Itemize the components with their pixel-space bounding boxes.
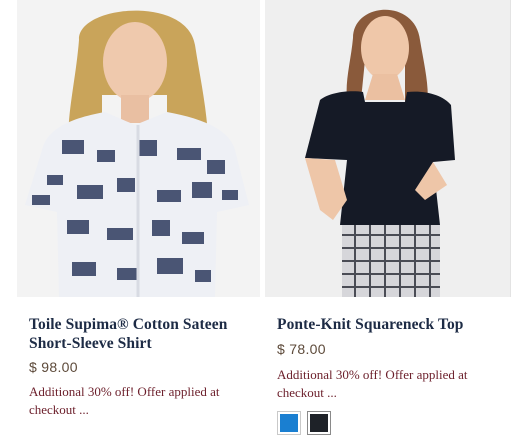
color-swatch-blue[interactable] [277,411,301,435]
toile-shirt-model-photo [17,0,260,297]
product-name[interactable]: Ponte-Knit Squareneck Top [277,315,507,334]
promo-text: Additional 30% off! Offer applied at che… [277,367,468,400]
next-card-edge [510,0,514,297]
swatch-color [310,414,328,432]
color-swatches [277,411,331,435]
product-card[interactable]: Toile Supima® Cotton Sateen Short-Sleeve… [17,0,260,417]
ponte-top-model-photo [265,0,510,297]
color-swatch-black[interactable] [307,411,331,435]
product-price: $ 78.00 [277,341,326,357]
product-card[interactable]: Ponte-Knit Squareneck Top $ 78.00 Additi… [265,0,510,435]
product-price: $ 98.00 [29,359,78,375]
swatch-color [280,414,298,432]
product-image[interactable] [17,0,260,297]
promo-text: Additional 30% off! Offer applied at che… [29,384,220,417]
product-image[interactable] [265,0,510,297]
product-name[interactable]: Toile Supima® Cotton Sateen Short-Sleeve… [29,315,254,353]
